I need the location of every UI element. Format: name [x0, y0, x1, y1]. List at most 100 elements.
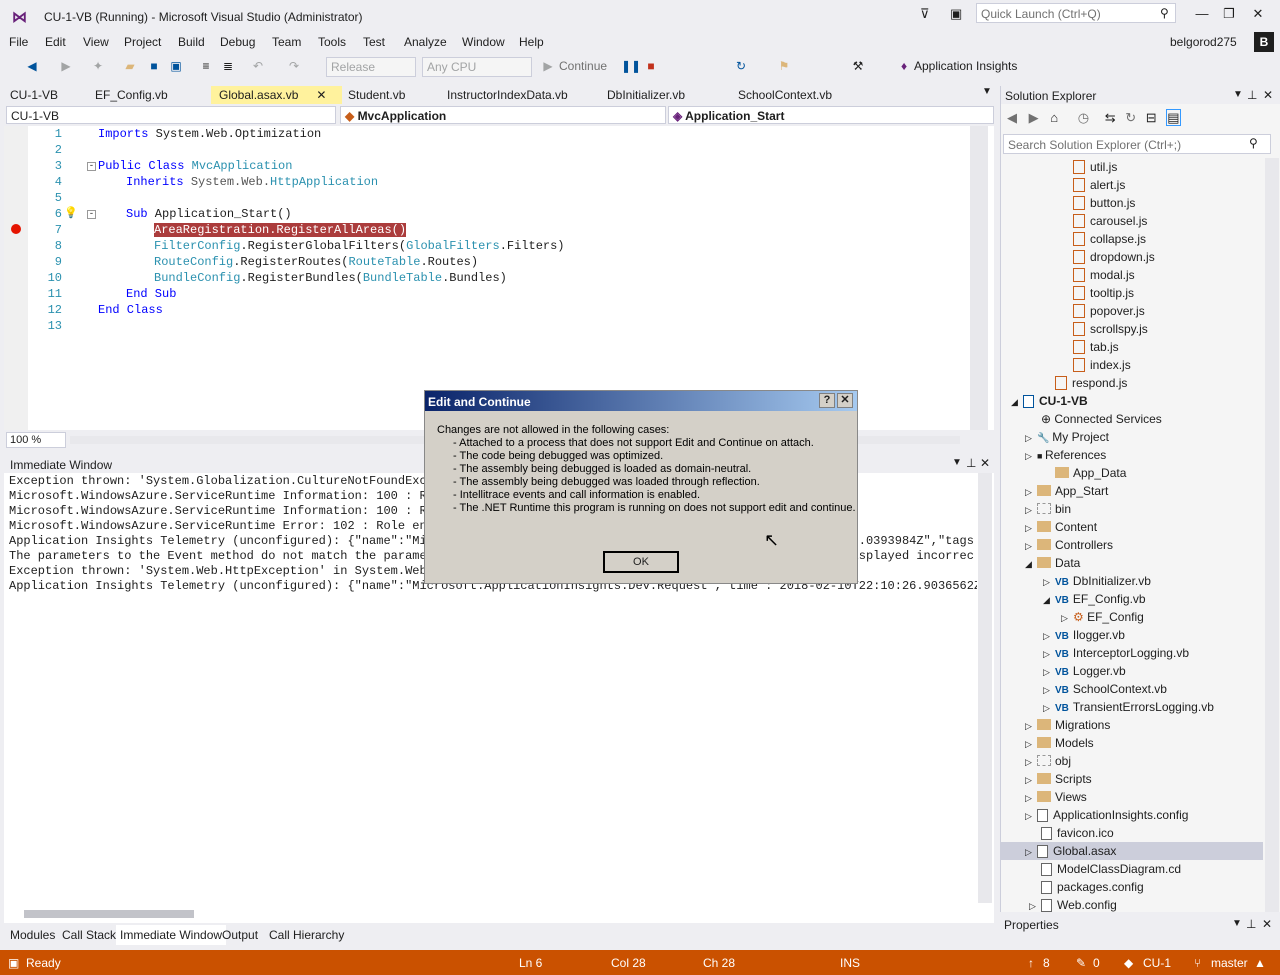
- expand-icon[interactable]: ▷: [1025, 447, 1037, 465]
- expand-icon[interactable]: ▷: [1025, 717, 1037, 735]
- expand-icon[interactable]: ▷: [1025, 771, 1037, 789]
- menu-test[interactable]: Test: [363, 35, 385, 49]
- solution-tree-item[interactable]: ModelClassDiagram.cd: [1001, 860, 1263, 878]
- solution-tree-item[interactable]: ◢ CU-1-VB: [1001, 392, 1263, 410]
- solution-tree-item[interactable]: dropdown.js: [1001, 248, 1263, 266]
- sync-icon[interactable]: ⇆: [1105, 110, 1116, 125]
- user-name[interactable]: belgorod275: [1170, 35, 1237, 49]
- continue-button[interactable]: Continue: [559, 59, 607, 73]
- window-position-icon[interactable]: ▼: [1233, 89, 1243, 100]
- solution-tree-item[interactable]: carousel.js: [1001, 212, 1263, 230]
- expand-icon[interactable]: ▷: [1025, 537, 1037, 555]
- expand-icon[interactable]: ◢: [1043, 591, 1055, 609]
- tab-global-asax[interactable]: Global.asax.vb ✕: [211, 86, 342, 104]
- solution-tree-item[interactable]: popover.js: [1001, 302, 1263, 320]
- solution-tree-item[interactable]: ▷ Global.asax: [1001, 842, 1263, 860]
- comment-icon[interactable]: ≡: [198, 58, 214, 74]
- member-dropdown[interactable]: ◈ Application_Start: [668, 106, 994, 124]
- expand-icon[interactable]: ▷: [1025, 843, 1037, 861]
- pin-icon[interactable]: ⊥: [966, 456, 976, 470]
- tab-output[interactable]: Output: [218, 925, 262, 945]
- solution-tree-item[interactable]: ▷ Migrations: [1001, 716, 1263, 734]
- tab-instructor-index-data[interactable]: InstructorIndexData.vb: [439, 86, 576, 104]
- open-file-icon[interactable]: ▰: [122, 58, 138, 74]
- menu-tools[interactable]: Tools: [318, 35, 346, 49]
- solution-tree-item[interactable]: collapse.js: [1001, 230, 1263, 248]
- solution-tree-item[interactable]: ◢ VB EF_Config.vb: [1001, 590, 1263, 608]
- solution-tree-item[interactable]: ▷ Models: [1001, 734, 1263, 752]
- stop-icon[interactable]: ■: [643, 58, 659, 74]
- expand-icon[interactable]: ▷: [1025, 789, 1037, 807]
- branch-name[interactable]: master: [1211, 956, 1248, 970]
- undo-icon[interactable]: ↶: [250, 58, 266, 74]
- close-window-button[interactable]: ✕: [1248, 6, 1268, 22]
- collapse-all-icon[interactable]: ⊟: [1146, 110, 1157, 125]
- menu-file[interactable]: File: [9, 35, 28, 49]
- tab-modules[interactable]: Modules: [6, 925, 59, 945]
- tab-immediate-window[interactable]: Immediate Window: [116, 925, 227, 945]
- breakpoint-icon[interactable]: [11, 224, 21, 234]
- expand-icon[interactable]: ▷: [1043, 699, 1055, 717]
- expand-icon[interactable]: ▷: [1025, 519, 1037, 537]
- menu-edit[interactable]: Edit: [45, 35, 66, 49]
- pending-changes-icon[interactable]: ↑: [1028, 956, 1034, 970]
- solution-tree-item[interactable]: ▷ VB Logger.vb: [1001, 662, 1263, 680]
- menu-project[interactable]: Project: [124, 35, 161, 49]
- menu-view[interactable]: View: [83, 35, 109, 49]
- tab-ef-config[interactable]: EF_Config.vb: [87, 86, 176, 104]
- expand-icon[interactable]: ▷: [1043, 573, 1055, 591]
- find-icon[interactable]: ⚑: [776, 58, 792, 74]
- menu-debug[interactable]: Debug: [220, 35, 255, 49]
- expand-icon[interactable]: ◢: [1011, 393, 1023, 411]
- pause-icon[interactable]: ❚❚: [621, 58, 641, 74]
- tools-icon[interactable]: ⚒: [850, 58, 866, 74]
- pencil-icon[interactable]: ✎: [1076, 956, 1086, 970]
- solution-config-select[interactable]: Release: [326, 57, 416, 77]
- tab-student[interactable]: Student.vb: [340, 86, 413, 104]
- tab-cu-1-vb[interactable]: CU-1-VB: [2, 86, 66, 104]
- solution-tree-item[interactable]: ▷ Web.config: [1001, 896, 1263, 912]
- solution-tree-item[interactable]: ▷ App_Start: [1001, 482, 1263, 500]
- menu-help[interactable]: Help: [519, 35, 544, 49]
- show-all-files-icon[interactable]: ▤: [1166, 109, 1181, 126]
- back-icon[interactable]: ◀: [1007, 110, 1017, 125]
- solution-tree-item[interactable]: ◢ Data: [1001, 554, 1263, 572]
- class-dropdown[interactable]: ◆ MvcApplication: [340, 106, 666, 124]
- ok-button[interactable]: OK: [603, 551, 679, 573]
- solution-tree-item[interactable]: scrollspy.js: [1001, 320, 1263, 338]
- notifications-icon[interactable]: ▲: [1254, 956, 1266, 970]
- tab-call-stack[interactable]: Call Stack: [58, 925, 120, 945]
- zoom-select[interactable]: 100 %: [6, 432, 66, 448]
- repository-name[interactable]: CU-1: [1143, 956, 1171, 970]
- solution-tree-item[interactable]: modal.js: [1001, 266, 1263, 284]
- close-panel-icon[interactable]: ✕: [1263, 88, 1273, 102]
- expand-icon[interactable]: ▷: [1025, 429, 1037, 447]
- redo-icon[interactable]: ↷: [286, 58, 302, 74]
- solution-tree-item[interactable]: ▷ ■ References: [1001, 446, 1263, 464]
- menu-build[interactable]: Build: [178, 35, 205, 49]
- back-icon[interactable]: ◀: [24, 58, 40, 74]
- solution-tree-item[interactable]: tab.js: [1001, 338, 1263, 356]
- help-button[interactable]: ?: [819, 393, 835, 408]
- project-dropdown[interactable]: CU-1-VB: [6, 106, 336, 124]
- solution-tree-item[interactable]: ▷ VB DbInitializer.vb: [1001, 572, 1263, 590]
- branch-icon[interactable]: ⑂: [1194, 956, 1201, 970]
- code-editor[interactable]: 💡 1 2 3 4 5 6 7 8 9 10 11 12 13 - - Impo…: [4, 126, 994, 430]
- expand-icon[interactable]: ▷: [1043, 627, 1055, 645]
- tab-overflow-icon[interactable]: ▼: [982, 86, 992, 97]
- expand-icon[interactable]: ▷: [1025, 735, 1037, 753]
- dialog-close-button[interactable]: ✕: [837, 393, 853, 408]
- solution-tree-item[interactable]: index.js: [1001, 356, 1263, 374]
- pin-icon[interactable]: ⊥: [1246, 917, 1256, 931]
- user-avatar[interactable]: B: [1254, 32, 1274, 52]
- refresh-icon[interactable]: ↻: [1125, 110, 1136, 125]
- window-position-icon[interactable]: ▼: [952, 457, 962, 468]
- expand-icon[interactable]: ▷: [1061, 609, 1073, 627]
- solution-tree-item[interactable]: util.js: [1001, 158, 1263, 176]
- save-all-icon[interactable]: ▣: [168, 58, 184, 74]
- expand-icon[interactable]: ◢: [1025, 555, 1037, 573]
- expand-icon[interactable]: ▷: [1025, 807, 1037, 825]
- quick-launch-input[interactable]: Quick Launch (Ctrl+Q): [976, 3, 1176, 23]
- solution-tree-item[interactable]: ▷ ⚙ EF_Config: [1001, 608, 1263, 626]
- editor-gutter[interactable]: [4, 126, 28, 430]
